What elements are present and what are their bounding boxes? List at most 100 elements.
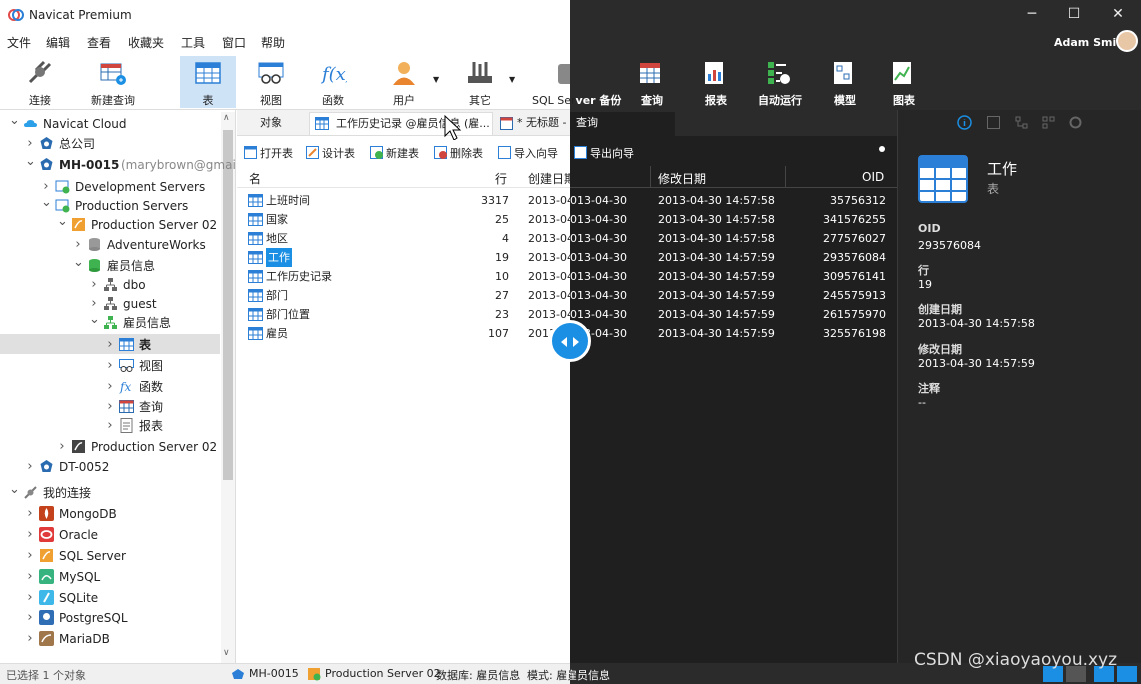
chevron-down-icon[interactable]: ⌄ [9,111,20,131]
chart-button[interactable]: 图表 [876,56,932,108]
chevron-right-icon[interactable]: › [73,235,83,255]
tree-item[interactable]: › Development Servers [0,177,220,197]
dependency-icon[interactable] [1015,116,1028,129]
scroll-up-icon[interactable]: ∧ [223,113,230,123]
tree-item[interactable]: › SQL Server [0,546,220,566]
ddl-icon[interactable] [987,116,1000,129]
chevron-right-icon[interactable]: › [25,608,35,628]
chevron-right-icon[interactable]: › [89,275,99,295]
design-table-button[interactable]: 设计表 [306,145,355,161]
table-row-dark[interactable]: 2013-04-30 14:57:582013-04-30 14:57:5926… [570,305,897,324]
table-row-dark[interactable]: 2013-04-30 14:57:58 2013-04-30 14:57:59 24… [570,286,897,305]
info-icon[interactable] [957,115,972,130]
view-button[interactable]: 视图 [243,56,299,108]
chevron-down-icon[interactable]: ⌄ [89,310,100,330]
tree-item[interactable]: › dbo [0,275,220,295]
avatar[interactable] [1116,30,1138,52]
new-query-button[interactable]: 新建查询 [85,56,141,108]
table-row[interactable]: 国家 25 2013-04-30 14:57:58 [237,210,570,229]
table-row-dark[interactable]: 2013-04-30 14:57:58 2013-04-30 14:57:59 29… [570,248,897,267]
tree-item[interactable]: › MongoDB [0,504,220,524]
col-created[interactable]: 创建日期 [528,170,570,187]
connection-button[interactable]: 连接 [12,56,68,108]
query-button[interactable]: 查询 [624,56,680,108]
chevron-down-icon[interactable]: ⌄ [73,253,84,273]
scroll-down-icon[interactable]: ∨ [223,648,230,658]
chevron-right-icon[interactable]: › [105,416,115,436]
tree-item[interactable]: ⌄ 我的连接 [0,480,220,503]
split-handle[interactable] [549,320,591,362]
automation-button[interactable]: 自动运行 [752,56,808,108]
chevron-right-icon[interactable]: › [105,335,115,355]
menu-favorites[interactable]: 收藏夹 [128,34,164,51]
tree-item[interactable]: › 总公司 [0,134,220,154]
chevron-down-icon[interactable]: ⌄ [57,212,68,232]
chevron-right-icon[interactable]: › [25,134,35,154]
tab-work-history[interactable]: 工作历史记录 @雇员信息 (雇... [309,112,493,136]
info-view-icon[interactable] [1117,666,1137,682]
col-oid[interactable]: OID [862,170,884,184]
menu-window[interactable]: 窗口 [222,34,246,51]
table-row[interactable]: 雇员1072013-04-30 14:57:58 [237,324,570,343]
table-row-dark[interactable]: 2013-04-30 14:57:582013-04-30 14:57:5932… [570,324,897,343]
model-button[interactable]: 模型 [817,56,873,108]
open-table-button[interactable]: 打开表 [244,145,293,161]
others-button[interactable]: 其它 [452,56,508,108]
tree-item[interactable]: › SQLite [0,588,220,608]
sidebar-scroll-thumb[interactable] [223,130,233,480]
table-button[interactable]: 表 [180,56,236,108]
table-row-dark[interactable]: 2013-04-30 14:57:58 2013-04-30 14:57:58 27… [570,229,897,248]
chevron-right-icon[interactable]: › [25,546,35,566]
table-row[interactable]: 部门位置232013-04-30 14:57:58 [237,305,570,324]
table-row-dark[interactable]: 2013-04-30 14:57:58 2013-04-30 14:57:58 34… [570,210,897,229]
others-dropdown-icon[interactable]: ▼ [509,75,515,84]
tree-item[interactable]: ⌄ 雇员信息 [0,310,220,333]
chevron-right-icon[interactable]: › [25,525,35,545]
tree-item[interactable]: › fx 函数 [0,377,220,397]
col-rows[interactable]: 行 [495,170,507,187]
table-row[interactable]: 工作历史记录 10 2013-04-30 14:57:59 [237,267,570,286]
tree-item[interactable]: › Oracle [0,525,220,545]
table-row-dark[interactable]: 2013-04-30 14:57:59 2013-04-30 14:57:59 30… [570,267,897,286]
tree-item[interactable]: ⌄ Production Servers [0,195,220,216]
export-wizard-button[interactable]: 导出向导 [574,145,634,161]
tree-item[interactable]: ⌄ Production Server 02 [0,212,220,235]
tree-item[interactable]: › 报表 [0,416,220,436]
tree-item[interactable]: › 视图 [0,356,220,376]
table-row[interactable]: 上班时间 3317 2013-04-30 14:57:58 [237,191,570,210]
tree-item[interactable]: ⌄ MH-0015 (marybrown@gmai [0,152,236,175]
tree-item[interactable]: ⌄ 雇员信息 [0,253,220,276]
tree-item[interactable]: › AdventureWorks [0,235,220,255]
col-name[interactable]: 名 [249,170,261,187]
user-button[interactable]: 用户 [376,56,432,108]
chevron-down-icon[interactable]: ⌄ [25,152,36,172]
menu-edit[interactable]: 编辑 [46,34,70,51]
close-icon[interactable]: ✕ [1108,6,1128,22]
maximize-icon[interactable]: ☐ [1064,6,1084,22]
table-row[interactable]: 部门 27 2013-04-30 14:57:58 [237,286,570,305]
menu-view[interactable]: 查看 [87,34,111,51]
chevron-right-icon[interactable]: › [57,437,67,457]
chevron-right-icon[interactable]: › [105,356,115,376]
table-row[interactable]: 地区 4 2013-04-30 14:57:58 [237,229,570,248]
menu-help[interactable]: 帮助 [261,34,285,51]
tree-item[interactable]: › MySQL [0,567,220,587]
tab-query-dark[interactable]: 查询 [570,112,675,136]
tree-item[interactable]: ⌄ Navicat Cloud [0,111,220,134]
tree-item[interactable]: › MariaDB [0,629,220,649]
chevron-right-icon[interactable]: › [25,457,35,477]
chevron-right-icon[interactable]: › [25,629,35,649]
menu-file[interactable]: 文件 [7,34,31,51]
chevron-down-icon[interactable]: ⌄ [9,480,20,500]
relation-icon[interactable] [1042,116,1055,129]
user-dropdown-icon[interactable]: ▼ [433,75,439,84]
new-table-button[interactable]: 新建表 [370,145,419,161]
tree-item[interactable]: › 表 [0,335,220,355]
chevron-right-icon[interactable]: › [25,567,35,587]
col-modified[interactable]: 修改日期 [658,170,706,187]
more-dot-icon[interactable] [879,146,885,152]
tree-item[interactable]: › Production Server 02 [0,437,220,457]
table-row-dark[interactable]: 2013-04-30 14:57:58 2013-04-30 14:57:58 35… [570,191,897,210]
tree-item[interactable]: › DT-0052 [0,457,220,477]
tree-item[interactable]: › 查询 [0,397,220,417]
